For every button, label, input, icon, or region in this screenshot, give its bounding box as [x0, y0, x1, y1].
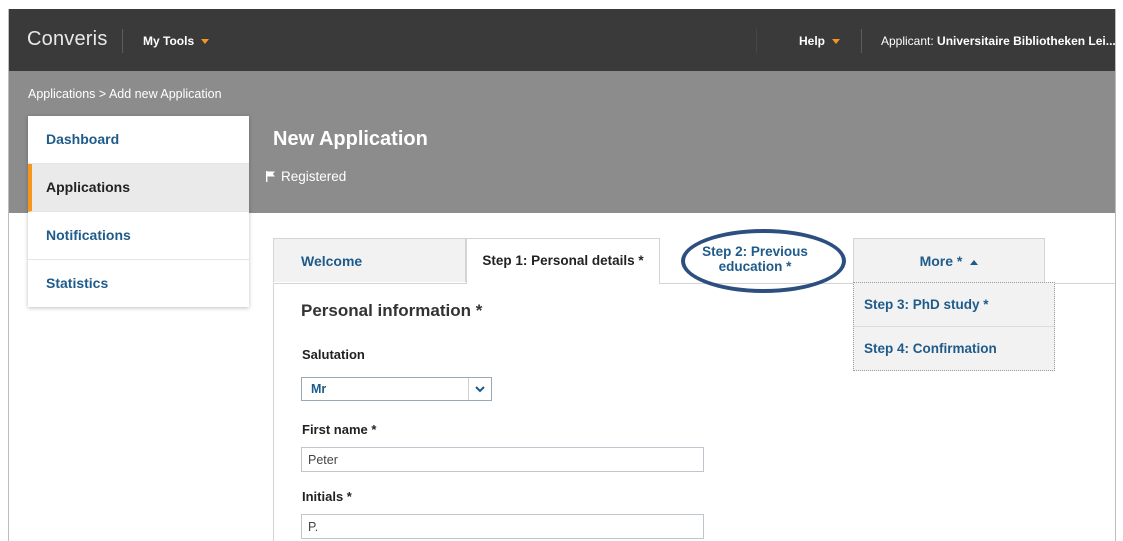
divider: [122, 29, 123, 53]
top-bar: Converis My Tools Help Applicant: Univer…: [9, 9, 1115, 71]
applicant-prefix: Applicant:: [881, 34, 938, 48]
page-title: New Application: [273, 128, 428, 150]
initials-label: Initials *: [302, 489, 352, 504]
sidebar-item-notifications[interactable]: Notifications: [28, 212, 249, 260]
tab-personal-details[interactable]: Step 1: Personal details *: [466, 238, 660, 284]
flag-icon: [266, 171, 275, 182]
brand-logo[interactable]: Converis: [27, 28, 108, 51]
tab-more-label: More *: [919, 253, 963, 269]
tab-step2-line2: education *: [718, 259, 792, 274]
salutation-label: Salutation: [302, 347, 365, 362]
caret-down-icon: [201, 39, 210, 45]
first-name-field[interactable]: [301, 447, 704, 472]
section-title: Personal information *: [301, 301, 483, 320]
my-tools-label: My Tools: [143, 34, 195, 48]
help-label: Help: [799, 34, 826, 48]
applicant-name: Universitaire Bibliotheken Lei... (: [937, 34, 1116, 48]
initials-field[interactable]: [301, 514, 704, 539]
status-label: Registered: [281, 169, 347, 184]
divider: [756, 29, 757, 53]
menu-item-phd-study[interactable]: Step 3: PhD study *: [854, 283, 1054, 327]
menu-item-confirmation[interactable]: Step 4: Confirmation: [854, 327, 1054, 370]
tab-step2-line1: Step 2: Previous: [702, 244, 808, 259]
form-panel: [273, 284, 854, 541]
sidebar-item-applications[interactable]: Applications: [28, 164, 249, 212]
salutation-select[interactable]: Mr: [301, 377, 492, 401]
more-dropdown: Step 3: PhD study * Step 4: Confirmation: [853, 282, 1055, 371]
divider: [861, 29, 862, 53]
app-window: Converis My Tools Help Applicant: Univer…: [8, 9, 1116, 541]
first-name-label: First name *: [302, 422, 377, 437]
help-menu[interactable]: Help: [799, 34, 841, 48]
applicant-menu[interactable]: Applicant: Universitaire Bibliotheken Le…: [881, 34, 1116, 48]
tab-bar: Welcome Step 1: Personal details * Step …: [273, 238, 1115, 284]
salutation-value: Mr: [311, 382, 327, 396]
sidebar-item-statistics[interactable]: Statistics: [28, 260, 249, 307]
tab-welcome[interactable]: Welcome: [273, 238, 466, 282]
my-tools-menu[interactable]: My Tools: [143, 34, 210, 48]
chevron-down-icon: [468, 378, 491, 400]
sidebar: Dashboard Applications Notifications Sta…: [28, 116, 249, 307]
sidebar-item-dashboard[interactable]: Dashboard: [28, 116, 249, 164]
tab-previous-education[interactable]: Step 2: Previous education *: [660, 238, 850, 282]
status-indicator: Registered: [266, 169, 346, 184]
caret-down-icon: [832, 39, 841, 45]
caret-up-icon: [970, 259, 979, 265]
breadcrumb[interactable]: Applications > Add new Application: [28, 87, 222, 101]
tab-more[interactable]: More *: [853, 238, 1045, 282]
